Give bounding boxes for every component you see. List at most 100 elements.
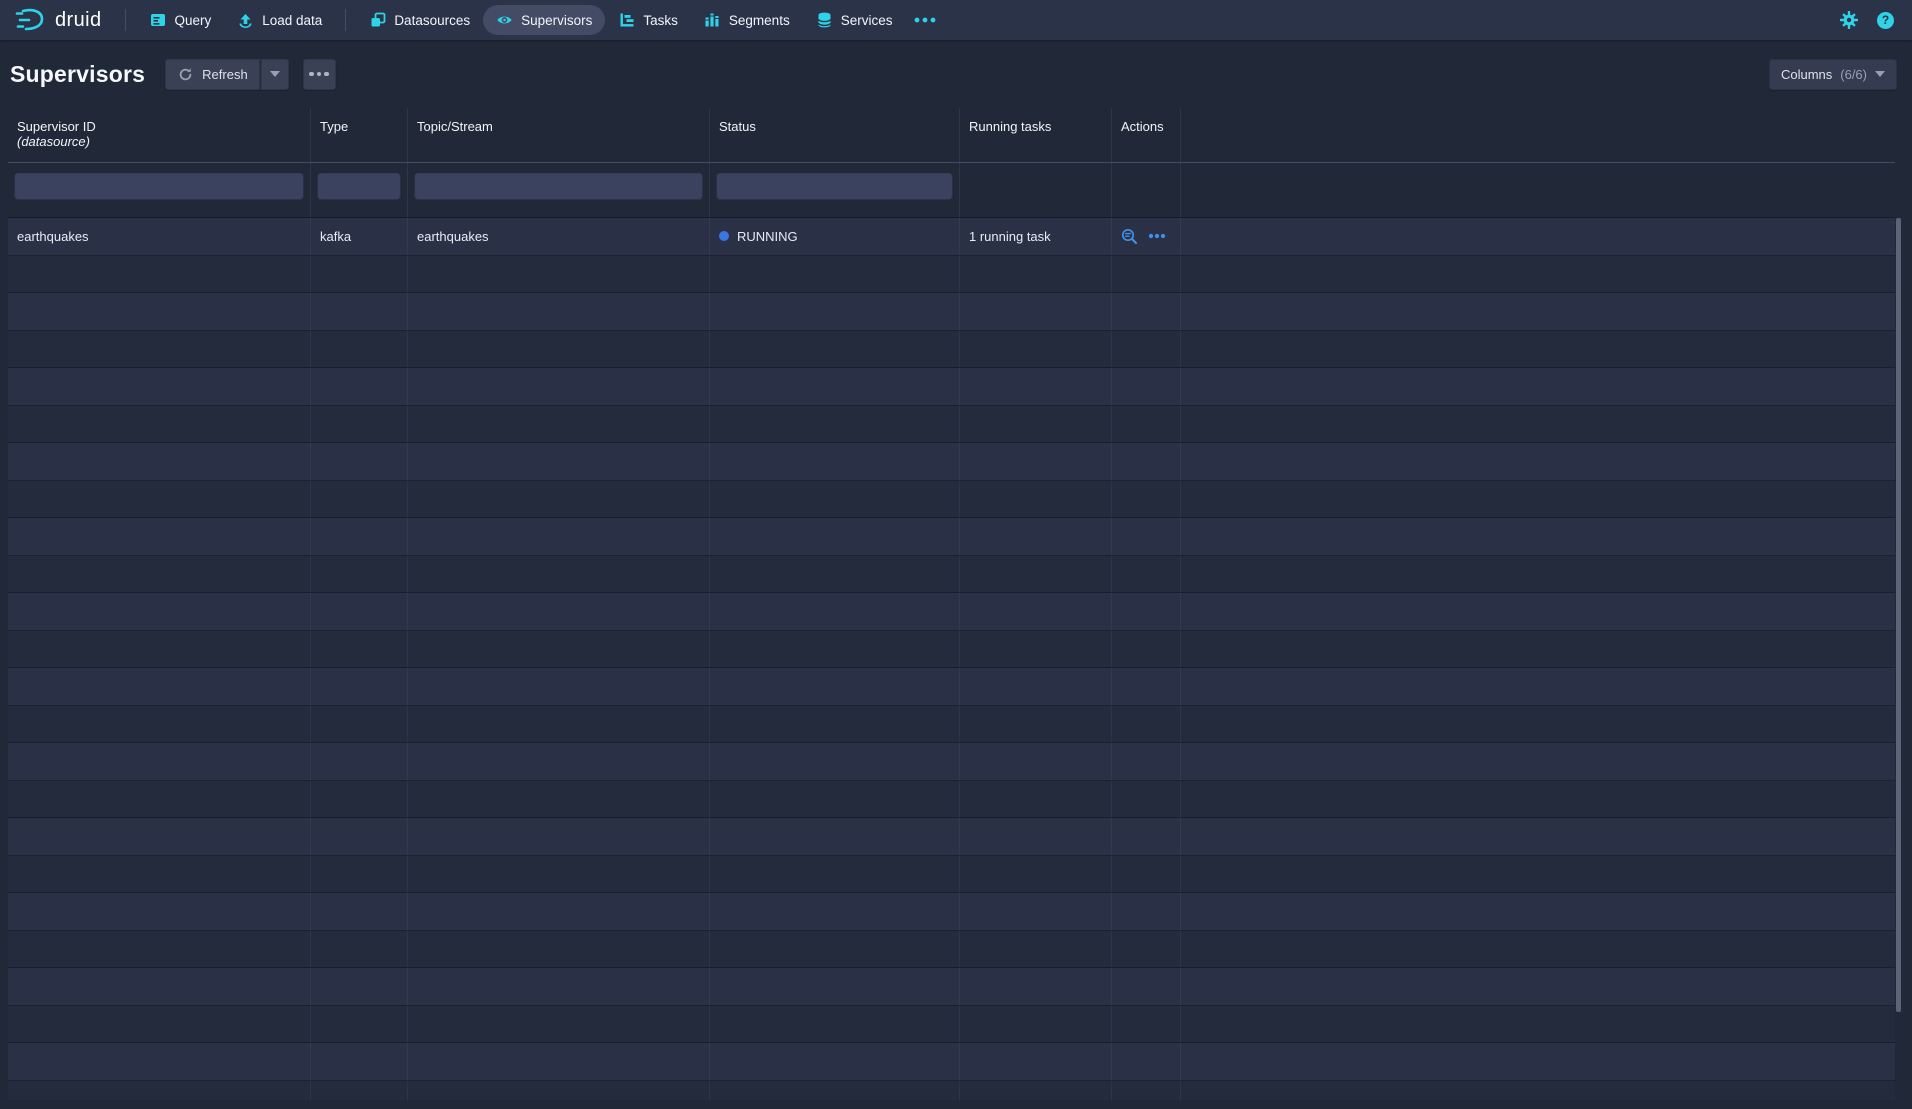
cell-empty [1112,781,1181,818]
nav-tab-datasources[interactable]: Datasources [356,5,483,35]
cell-empty [960,443,1112,480]
column-header-status[interactable]: Status [710,108,960,162]
cell-empty [311,706,408,743]
cell-empty [8,443,311,480]
druid-logo[interactable]: druid [14,7,101,33]
column-header-running-tasks[interactable]: Running tasks [960,108,1112,162]
cell-empty [960,256,1112,293]
cell-empty [1112,931,1181,968]
cell-empty [960,968,1112,1005]
nav-tab-services[interactable]: Services [803,5,906,35]
cell-empty [8,1081,311,1101]
nav-tab-tasks[interactable]: Tasks [605,5,691,35]
cell-empty [710,518,960,555]
cell-empty [1181,593,1895,630]
type-filter-input[interactable] [317,172,401,200]
table-row-empty [8,893,1895,931]
table-row-empty [8,968,1895,1006]
cell-empty [408,818,710,855]
cell-empty [960,781,1112,818]
cell-empty [710,368,960,405]
cell-empty [960,893,1112,930]
cell-empty [408,556,710,593]
refresh-interval-dropdown-button[interactable] [260,59,289,90]
cell-empty [1112,556,1181,593]
vertical-scrollbar[interactable] [1896,218,1901,1012]
nav-tab-load-data[interactable]: Load data [224,5,335,35]
table-row-empty [8,706,1895,744]
cell-empty [408,293,710,330]
toolbar: Supervisors Refresh Columns (6/6) [0,40,1912,108]
cell-empty [408,706,710,743]
nav-divider [345,9,346,31]
help-icon[interactable]: ? [1877,12,1894,29]
cell-empty [710,406,960,443]
cell-empty [408,443,710,480]
cell-empty [408,893,710,930]
cell-empty [1112,1043,1181,1080]
status-filter-input[interactable] [716,172,953,200]
cell-empty [1112,1081,1181,1101]
cell-empty [311,556,408,593]
cell-empty [311,518,408,555]
cell-empty [1181,893,1895,930]
cell-empty [8,1006,311,1043]
cell-empty [960,706,1112,743]
nav-tab-label: Supervisors [521,13,592,28]
nav-tab-supervisors[interactable]: Supervisors [483,5,605,35]
settings-gear-icon[interactable] [1839,10,1859,30]
columns-count: (6/6) [1840,67,1867,82]
table-row-empty [8,1043,1895,1081]
more-actions-icon[interactable] [1148,233,1166,239]
column-header-type[interactable]: Type [311,108,408,162]
cell-empty [710,893,960,930]
topic-stream-filter-input[interactable] [414,172,703,200]
cell-supervisor-id[interactable]: earthquakes [8,218,311,255]
cell-empty [8,743,311,780]
cell-empty [960,743,1112,780]
cell-empty [710,743,960,780]
refresh-button[interactable]: Refresh [165,59,260,90]
cell-empty [1112,818,1181,855]
cell-empty [1112,856,1181,893]
cell-filler [1181,218,1895,255]
table-row-empty [8,1006,1895,1044]
cell-empty [710,443,960,480]
cell-empty [710,481,960,518]
magnifier-detail-icon[interactable] [1121,228,1138,245]
cell-empty [1181,1081,1895,1101]
column-header-topic-stream[interactable]: Topic/Stream [408,108,710,162]
nav-more-button[interactable] [905,5,945,35]
nav-tab-segments[interactable]: Segments [691,5,803,35]
column-header-supervisor-id[interactable]: Supervisor ID (datasource) [8,108,311,162]
nav-divider [125,9,126,31]
columns-button[interactable]: Columns (6/6) [1769,59,1897,90]
cell-empty [408,931,710,968]
cell-empty [1112,256,1181,293]
cell-empty [408,1081,710,1101]
column-header-actions[interactable]: Actions [1112,108,1181,162]
table-row-empty [8,781,1895,819]
supervisor-id-filter-input[interactable] [14,172,304,200]
cell-empty [8,1043,311,1080]
more-options-button[interactable] [303,59,336,90]
table-row-empty [8,443,1895,481]
cell-empty [1112,443,1181,480]
cell-empty [408,256,710,293]
cell-empty [1181,368,1895,405]
cell-empty [1112,968,1181,1005]
cell-empty [311,968,408,1005]
cell-empty [311,818,408,855]
cell-empty [960,481,1112,518]
cell-empty [960,856,1112,893]
cell-empty [1181,518,1895,555]
table-row-empty [8,743,1895,781]
nav-tab-query[interactable]: Query [136,5,224,35]
table-row-empty [8,856,1895,894]
table-row-earthquakes[interactable]: earthquakes kafka earthquakes RUNNING 1 … [8,218,1895,256]
gantt-icon [618,12,635,29]
cell-empty [311,406,408,443]
cell-empty [8,856,311,893]
cell-empty [1181,406,1895,443]
cell-empty [311,481,408,518]
